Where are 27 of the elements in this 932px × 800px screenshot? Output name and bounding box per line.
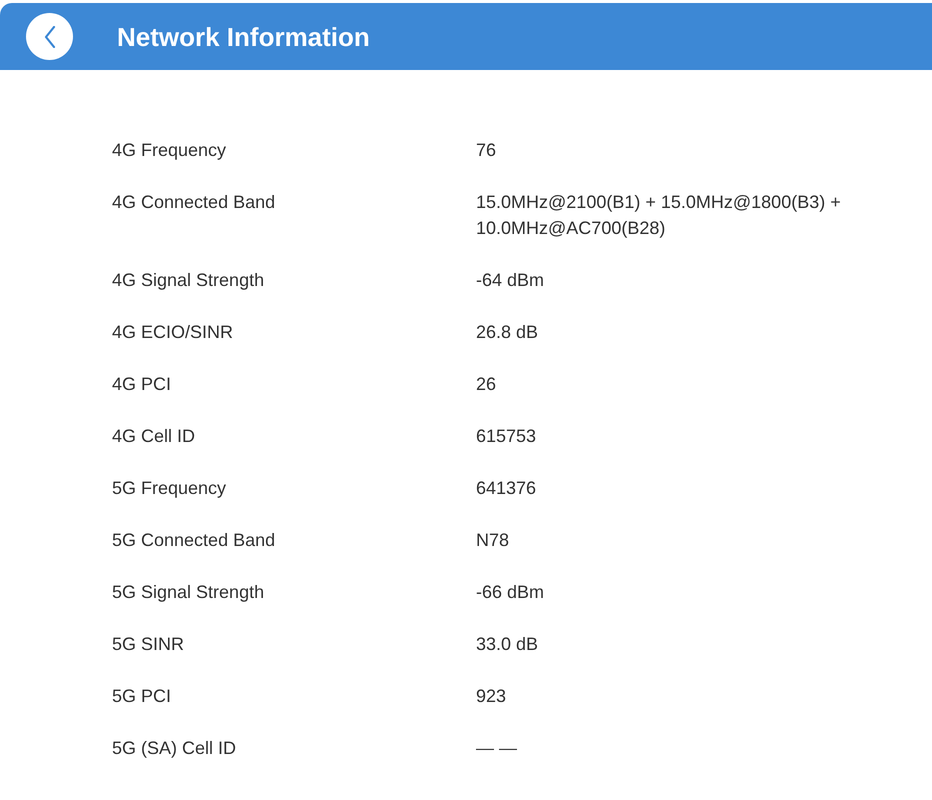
field-value: 33.0 dB: [476, 633, 540, 656]
field-label: 4G Frequency: [112, 139, 228, 162]
chevron-left-icon: [44, 26, 56, 48]
field-label: 4G Connected Band: [112, 191, 276, 214]
field-label: 5G (SA) Cell ID: [112, 737, 238, 760]
field-value: 26.8 dB: [476, 321, 540, 344]
field-label: 4G PCI: [112, 373, 172, 396]
field-label: 4G Signal Strength: [112, 269, 266, 292]
field-value: 76: [476, 139, 498, 162]
field-label: 5G Connected Band: [112, 529, 276, 552]
field-value: 641376: [476, 477, 538, 500]
field-value: 26: [476, 373, 498, 396]
field-value: N78: [476, 529, 510, 552]
field-label: 4G ECIO/SINR: [112, 321, 234, 344]
field-value: -66 dBm: [476, 581, 546, 604]
field-label: 5G SINR: [112, 633, 186, 656]
field-value: 615753: [476, 425, 538, 448]
field-value: -64 dBm: [476, 269, 546, 292]
field-label: 4G Cell ID: [112, 425, 196, 448]
page-title: Network Information: [117, 20, 370, 52]
field-value: 923: [476, 685, 508, 708]
field-value: — —: [476, 737, 518, 760]
field-label: 5G Frequency: [112, 477, 228, 500]
field-label: 5G Signal Strength: [112, 581, 266, 604]
field-label: 5G PCI: [112, 685, 172, 708]
field-value: 15.0MHz@2100(B1) + 15.0MHz@1800(B3) + 10.0MHz@AC700(B28): [476, 191, 842, 240]
back-button[interactable]: [26, 13, 73, 60]
